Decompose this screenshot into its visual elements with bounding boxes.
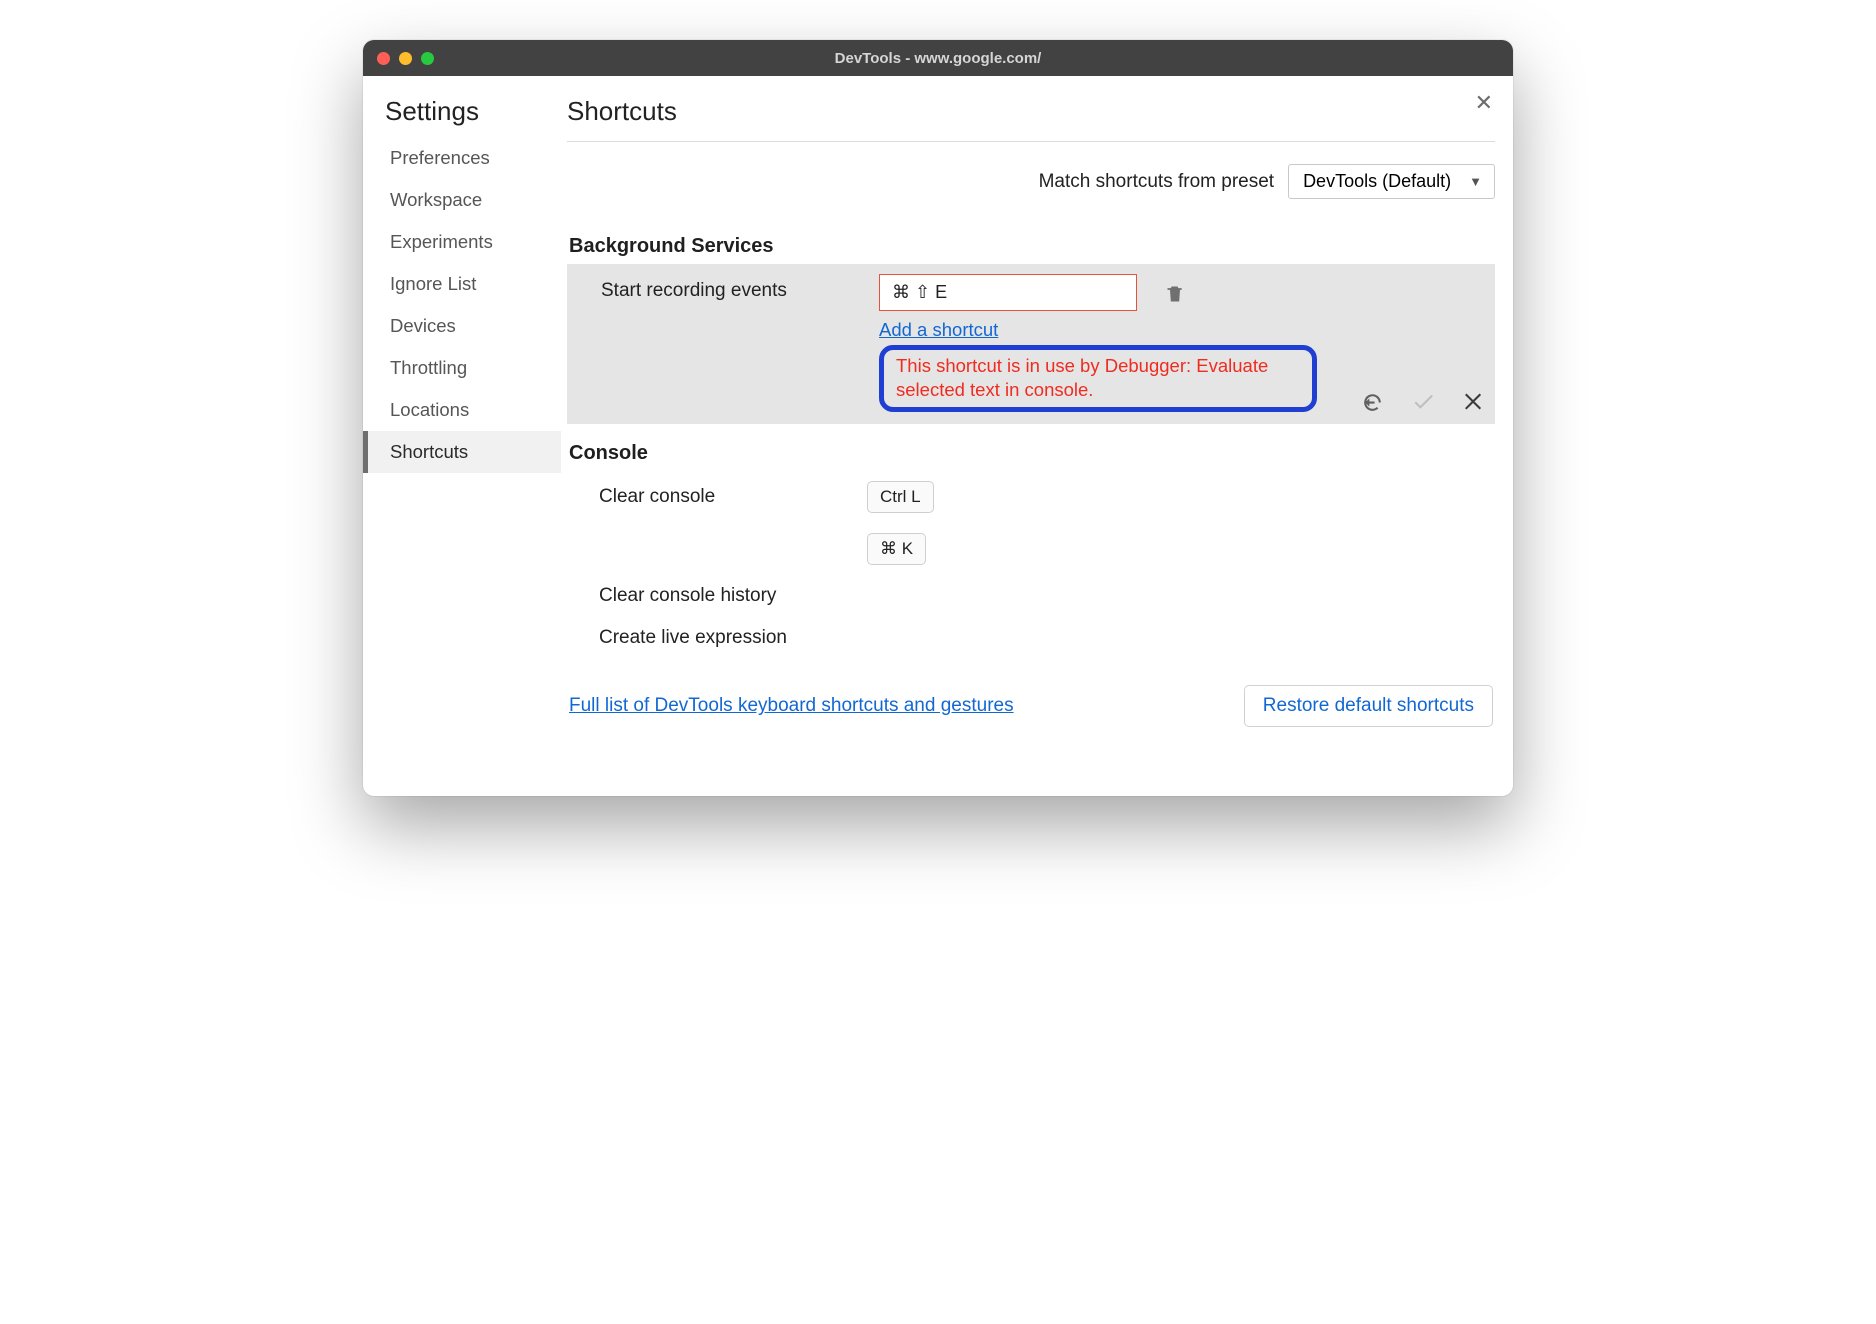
sidebar-item-label: Throttling (390, 357, 467, 378)
sidebar-heading: Settings (363, 96, 561, 137)
sidebar-item-label: Ignore List (390, 273, 476, 294)
sidebar-item-preferences[interactable]: Preferences (363, 137, 561, 179)
cancel-icon[interactable] (1462, 389, 1487, 414)
sidebar: Settings Preferences Workspace Experimen… (363, 76, 561, 796)
titlebar: DevTools - www.google.com/ (363, 40, 1513, 76)
sidebar-item-ignore-list[interactable]: Ignore List (363, 263, 561, 305)
full-list-link[interactable]: Full list of DevTools keyboard shortcuts… (569, 695, 1014, 717)
shortcut-row[interactable]: Clear console history (567, 575, 1495, 617)
shortcut-action-label: Start recording events (579, 274, 879, 302)
shortcut-edit-block: Start recording events Add a shortcut Th… (567, 264, 1495, 424)
preset-select[interactable]: DevTools (Default) ▼ (1288, 164, 1495, 199)
shortcut-row[interactable]: Clear console Ctrl L (567, 471, 1495, 523)
shortcut-row-extra: ⌘ K (567, 523, 1495, 575)
sidebar-item-label: Experiments (390, 231, 493, 252)
page-title: Shortcuts (567, 96, 1495, 141)
restore-defaults-button[interactable]: Restore default shortcuts (1244, 685, 1493, 727)
shortcut-edit-actions (1360, 389, 1487, 414)
shortcut-row-label: Create live expression (567, 627, 867, 649)
preset-row: Match shortcuts from preset DevTools (De… (567, 164, 1495, 199)
preset-select-value: DevTools (Default) (1303, 171, 1451, 192)
window-close-button[interactable] (377, 52, 390, 65)
sidebar-item-devices[interactable]: Devices (363, 305, 561, 347)
shortcut-error-message: This shortcut is in use by Debugger: Eva… (879, 345, 1317, 412)
sidebar-item-label: Workspace (390, 189, 482, 210)
window-title: DevTools - www.google.com/ (363, 50, 1513, 67)
key-chip: Ctrl L (867, 481, 934, 513)
sidebar-item-experiments[interactable]: Experiments (363, 221, 561, 263)
section-heading-background-services: Background Services (567, 235, 1495, 258)
add-shortcut-link[interactable]: Add a shortcut (879, 319, 998, 341)
sidebar-item-label: Shortcuts (390, 441, 468, 462)
key-chip: ⌘ K (867, 533, 926, 565)
window-zoom-button[interactable] (421, 52, 434, 65)
shortcut-row-label: Clear console (567, 486, 867, 508)
sidebar-item-workspace[interactable]: Workspace (363, 179, 561, 221)
shortcut-row-label: Clear console history (567, 585, 867, 607)
main: Shortcuts Match shortcuts from preset De… (561, 76, 1513, 796)
sidebar-item-label: Devices (390, 315, 456, 336)
undo-icon[interactable] (1360, 389, 1385, 414)
preset-label: Match shortcuts from preset (1039, 171, 1274, 193)
confirm-icon[interactable] (1411, 389, 1436, 414)
shortcut-input[interactable] (879, 274, 1137, 311)
traffic-lights (377, 52, 434, 65)
sidebar-item-throttling[interactable]: Throttling (363, 347, 561, 389)
window-minimize-button[interactable] (399, 52, 412, 65)
sidebar-item-shortcuts[interactable]: Shortcuts (363, 431, 561, 473)
chevron-down-icon: ▼ (1469, 174, 1482, 189)
app-window: DevTools - www.google.com/ ✕ Settings Pr… (363, 40, 1513, 796)
footer: Full list of DevTools keyboard shortcuts… (567, 685, 1495, 727)
section-heading-console: Console (567, 442, 1495, 465)
trash-icon[interactable] (1165, 283, 1185, 305)
sidebar-item-locations[interactable]: Locations (363, 389, 561, 431)
divider (567, 141, 1495, 142)
shortcut-row[interactable]: Create live expression (567, 617, 1495, 659)
sidebar-item-label: Preferences (390, 147, 490, 168)
sidebar-item-label: Locations (390, 399, 469, 420)
